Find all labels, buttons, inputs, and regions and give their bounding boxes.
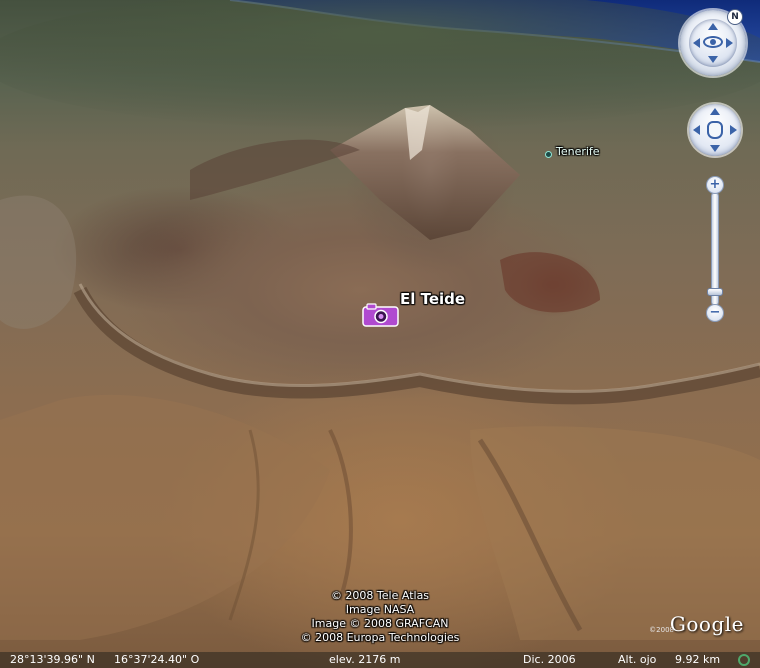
move-up-arrow-icon[interactable] <box>710 108 720 115</box>
earth-viewport[interactable]: N + − Tenerife El Teide © 2008 Tele Atla… <box>0 0 760 668</box>
status-bar: 28°13'39.96" N 16°37'24.40" O elev. 2176… <box>0 652 760 668</box>
placemark-label-el-teide[interactable]: El Teide <box>400 290 465 308</box>
move-control[interactable] <box>689 104 741 156</box>
streaming-indicator-icon <box>738 654 750 666</box>
eye-icon <box>703 36 723 48</box>
placemark-label-tenerife[interactable]: Tenerife <box>556 145 600 158</box>
eye-altitude-label: Alt. ojo <box>618 653 657 666</box>
latitude-readout: 28°13'39.96" N <box>10 653 95 666</box>
terrain-layer <box>0 0 760 640</box>
zoom-slider[interactable]: + − <box>706 176 724 322</box>
google-logo: Google <box>669 612 744 636</box>
sea-area <box>0 0 760 80</box>
move-down-arrow-icon[interactable] <box>710 145 720 152</box>
attribution-line: Image © 2008 GRAFCAN <box>311 617 449 630</box>
look-right-arrow-icon[interactable] <box>726 38 733 48</box>
longitude-readout: 16°37'24.40" O <box>114 653 200 666</box>
elevation-readout: elev. 2176 m <box>329 653 401 666</box>
zoom-in-button[interactable]: + <box>706 176 724 194</box>
zoom-out-button[interactable]: − <box>706 304 724 322</box>
attribution-line: © 2008 Tele Atlas <box>330 589 430 602</box>
town-marker-icon[interactable] <box>545 151 552 158</box>
imagery-attribution: © 2008 Tele Atlas Image NASA Image © 200… <box>270 589 490 645</box>
north-up-button[interactable]: N <box>727 9 743 25</box>
look-left-arrow-icon[interactable] <box>693 38 700 48</box>
look-joystick[interactable] <box>689 19 737 67</box>
eye-altitude-value: 9.92 km <box>675 653 721 666</box>
move-right-arrow-icon[interactable] <box>730 125 737 135</box>
look-down-arrow-icon[interactable] <box>708 56 718 63</box>
camera-icon[interactable] <box>362 303 399 327</box>
zoom-slider-thumb[interactable] <box>707 287 723 296</box>
hand-icon <box>707 121 723 139</box>
attribution-line: Image NASA <box>345 603 415 616</box>
move-left-arrow-icon[interactable] <box>693 125 700 135</box>
look-up-arrow-icon[interactable] <box>708 23 718 30</box>
attribution-line: © 2008 Europa Technologies <box>300 631 460 644</box>
imagery-date: Dic. 2006 <box>523 653 576 666</box>
